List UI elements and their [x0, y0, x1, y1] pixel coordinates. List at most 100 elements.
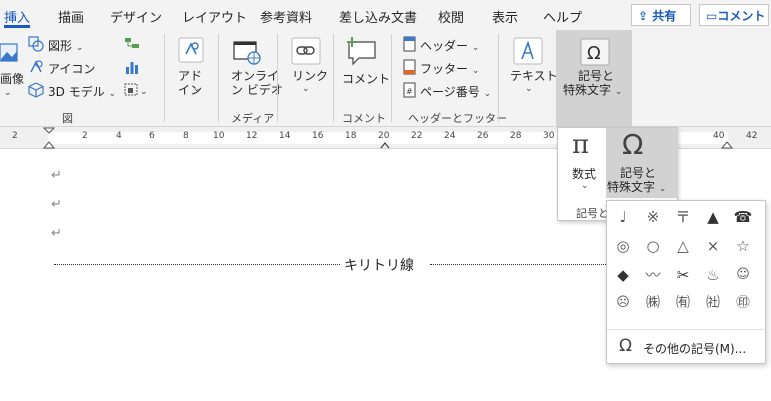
ruler-number: 28	[510, 131, 522, 141]
paragraph-mark: ↵	[51, 168, 62, 183]
paragraph-mark: ↵	[51, 197, 62, 212]
ruler-number: 10	[213, 131, 225, 141]
tab-help[interactable]: ヘルプ	[543, 7, 582, 26]
more-symbols-button[interactable]: Ω その他の記号(M)...	[607, 329, 765, 363]
screenshot-icon[interactable]: ⌄	[124, 82, 148, 98]
group-separator	[164, 34, 165, 122]
link-button[interactable]: リンク	[292, 69, 328, 83]
pi-icon: π	[572, 130, 590, 160]
omega-icon: Ω	[619, 336, 632, 356]
link-icon	[291, 37, 321, 65]
text-box-icon	[513, 37, 543, 65]
symbol-item[interactable]: ☹	[610, 290, 636, 316]
symbol-item[interactable]: 〒	[670, 204, 696, 230]
active-tab-indicator	[4, 25, 30, 28]
ruler-number: 14	[279, 131, 291, 141]
image-icon	[0, 43, 18, 62]
cut-line-text: キリトリ線	[344, 258, 414, 274]
tab-view[interactable]: 表示	[492, 7, 518, 26]
comment-bubble-icon: ▭	[706, 9, 718, 23]
footer-button[interactable]: フッター ⌄	[420, 60, 479, 77]
chevron-down-icon: ⌄	[581, 181, 589, 191]
chevron-down-icon: ⌄	[302, 84, 310, 94]
symbol-item[interactable]: ◆	[610, 262, 636, 288]
symbol-item[interactable]: 〰	[640, 262, 666, 288]
symbol-item[interactable]: ◎	[610, 233, 636, 259]
indent-marker-icon[interactable]	[43, 127, 55, 149]
3d-models-button[interactable]: 3D モデル ⌄	[48, 83, 116, 100]
group-separator	[391, 34, 392, 122]
addins-icon	[178, 37, 204, 63]
symbol-button[interactable]: Ω 記号と 特殊文字 ⌄	[606, 128, 678, 198]
ruler-number: 22	[411, 131, 423, 141]
share-button[interactable]: ⇪ 共有	[631, 4, 691, 26]
symbol-gallery: ♩ ※ 〒 ▲ ☎ ◎ ○ △ × ☆ ◆ 〰 ✂ ♨ ☺ ☹ ㈱ ㈲ ㈳ ㊞ …	[606, 200, 766, 364]
chevron-down-icon: ⌄	[525, 84, 533, 94]
symbol-item[interactable]: ☆	[730, 233, 756, 259]
tab-review[interactable]: 校閲	[438, 7, 464, 26]
online-video-label: ン ビデオ	[231, 83, 283, 97]
tab-design[interactable]: デザイン	[110, 7, 162, 26]
footer-icon	[403, 59, 416, 75]
addins-label-1: アド	[178, 69, 203, 83]
comment-button[interactable]: コメント	[342, 72, 390, 86]
symbol-item[interactable]: ☺	[730, 262, 756, 288]
ruler-number: 4	[116, 131, 122, 141]
header-button[interactable]: ヘッダー ⌄	[420, 37, 479, 54]
image-button[interactable]: 画像	[0, 72, 24, 86]
icons-button[interactable]: アイコン	[48, 60, 95, 77]
group-separator	[333, 34, 334, 122]
illustrations-group-label: 図	[62, 112, 73, 125]
ribbon: 画像 ⌄ 図形 ⌄ アイコン 3D モデル ⌄ ⌄ 図 アド イン ⌄ オンライ…	[0, 30, 771, 127]
new-comment-icon	[347, 37, 376, 66]
symbol-item[interactable]: ×	[700, 233, 726, 259]
paragraph-mark: ↵	[51, 226, 62, 241]
symbol-item[interactable]: △	[670, 233, 696, 259]
ruler-number: 2	[12, 131, 18, 141]
header-footer-group-label: ヘッダーとフッター	[408, 112, 507, 125]
omega-icon: Ω	[580, 38, 610, 66]
tab-references[interactable]: 参考資料	[260, 7, 312, 26]
tab-layout[interactable]: レイアウト	[182, 7, 247, 26]
media-group-label: メディア	[231, 112, 275, 125]
symbol-item[interactable]: ㈳	[700, 290, 726, 316]
group-separator	[498, 34, 499, 122]
symbol-item[interactable]: ♩	[610, 204, 636, 230]
ruler-number: 6	[149, 131, 155, 141]
tab-stop-icon[interactable]	[380, 142, 390, 149]
ruler-number: 26	[477, 131, 489, 141]
chevron-down-icon: ⌄	[193, 84, 201, 94]
symbol-item[interactable]: ㈲	[670, 290, 696, 316]
text-button[interactable]: テキスト	[510, 69, 558, 83]
smartart-icon	[125, 38, 139, 48]
chart-icon	[126, 62, 138, 74]
symbol-item[interactable]: ✂	[670, 262, 696, 288]
tab-draw[interactable]: 描画	[58, 7, 84, 26]
symbol-item[interactable]: ※	[640, 204, 666, 230]
shapes-icon	[28, 36, 44, 52]
page-number-button[interactable]: ページ番号 ⌄	[420, 83, 491, 100]
symbols-label-1: 記号と	[578, 69, 615, 83]
ruler-number: 40	[713, 131, 725, 141]
symbols-group-button[interactable]: Ω 記号と 特殊文字 ⌄	[556, 30, 632, 127]
online-video-button[interactable]: オンライ	[231, 69, 279, 83]
ruler-number: 30	[543, 131, 555, 141]
ribbon-tabs: 挿入 描画 デザイン レイアウト 参考資料 差し込み文書 校閲 表示 ヘルプ ⇪…	[0, 0, 771, 30]
symbol-label-1: 記号と	[620, 166, 657, 180]
tab-mailings[interactable]: 差し込み文書	[339, 7, 417, 26]
ruler-number: 24	[444, 131, 456, 141]
symbol-item[interactable]: ㊞	[730, 290, 756, 316]
shapes-button[interactable]: 図形 ⌄	[48, 37, 83, 54]
symbol-item[interactable]: ㈱	[640, 290, 666, 316]
symbol-item[interactable]: ○	[640, 233, 666, 259]
comments-button[interactable]: ▭コメント	[699, 4, 769, 26]
group-separator	[218, 34, 219, 122]
tab-insert[interactable]: 挿入	[4, 7, 30, 26]
dotted-line-left	[54, 264, 340, 265]
online-video-icon	[233, 41, 261, 65]
symbol-item[interactable]: ♨	[700, 262, 726, 288]
symbol-item[interactable]: ▲	[700, 204, 726, 230]
svg-text:Ω: Ω	[587, 43, 601, 64]
right-indent-marker-icon[interactable]	[721, 141, 733, 149]
symbol-item[interactable]: ☎	[730, 204, 756, 230]
